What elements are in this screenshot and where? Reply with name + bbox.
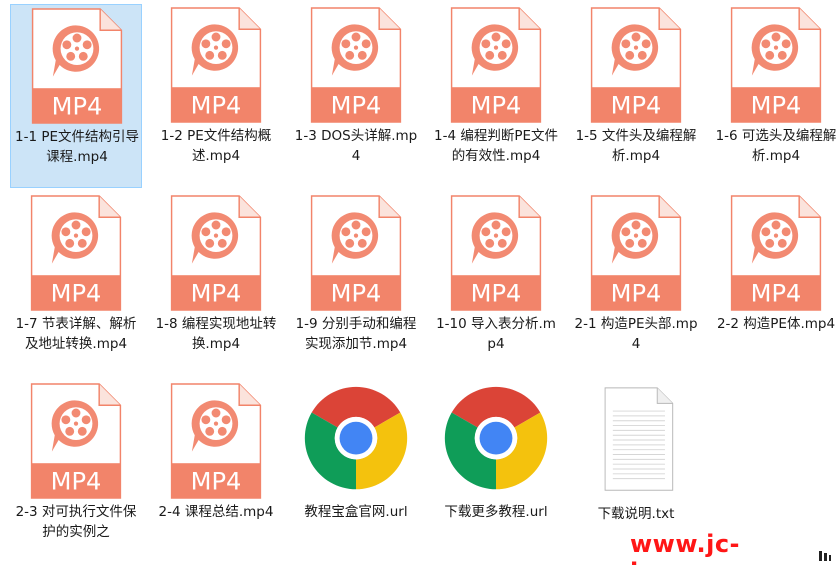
file-type-badge: MP4 (471, 279, 522, 307)
file-type-badge: MP4 (191, 91, 242, 119)
file-name-label: 2-2 构造PE体.mp4 (716, 316, 836, 332)
video-file-icon: MP4 (31, 8, 123, 124)
file-item[interactable]: 教程宝盒官网.url (290, 380, 422, 564)
file-name-label: 1-6 可选头及编程解析.mp4 (715, 128, 837, 164)
file-item[interactable]: MP4 2-4 课程总结.mp4 (150, 380, 282, 564)
file-name-label: 1-9 分别手动和编程实现添加节.mp4 (295, 316, 417, 352)
video-file-icon: MP4 (310, 7, 402, 123)
file-item[interactable]: MP4 1-2 PE文件结构概述.mp4 (150, 4, 282, 188)
file-type-badge: MP4 (191, 467, 242, 495)
file-name-label: 2-1 构造PE头部.mp4 (574, 316, 698, 352)
file-name-label: 2-3 对可执行文件保护的实例之 (15, 504, 137, 540)
file-item[interactable]: MP4 1-1 PE文件结构引导课程.mp4 (10, 4, 142, 188)
file-item[interactable]: MP4 2-1 构造PE头部.mp4 (570, 192, 702, 376)
file-name-label: 1-10 导入表分析.mp4 (436, 316, 556, 352)
file-name-label: 1-8 编程实现地址转换.mp4 (155, 316, 277, 352)
file-type-badge: MP4 (191, 279, 242, 307)
file-type-badge: MP4 (611, 279, 662, 307)
video-file-icon: MP4 (590, 7, 682, 123)
file-item[interactable]: MP4 1-4 编程判断PE文件的有效性.mp4 (430, 4, 562, 188)
file-type-badge: MP4 (471, 91, 522, 119)
file-type-badge: MP4 (331, 91, 382, 119)
video-file-icon: MP4 (170, 7, 262, 123)
file-item[interactable]: MP4 1-3 DOS头详解.mp4 (290, 4, 422, 188)
file-item[interactable]: MP4 1-5 文件头及编程解析.mp4 (570, 4, 702, 188)
file-type-badge: MP4 (51, 467, 102, 495)
file-type-badge: MP4 (52, 92, 103, 120)
file-type-badge: MP4 (751, 91, 802, 119)
file-item[interactable]: 下载更多教程.url (430, 380, 562, 564)
file-item[interactable]: MP4 2-2 构造PE体.mp4 (710, 192, 838, 376)
file-item[interactable]: MP4 1-6 可选头及编程解析.mp4 (710, 4, 838, 188)
file-name-label: 下载更多教程.url (444, 504, 548, 520)
file-item[interactable]: MP4 1-9 分别手动和编程实现添加节.mp4 (290, 192, 422, 376)
file-name-label: 2-4 课程总结.mp4 (158, 504, 274, 520)
video-file-icon: MP4 (730, 195, 822, 311)
video-file-icon: MP4 (30, 195, 122, 311)
file-name-label: 1-5 文件头及编程解析.mp4 (575, 128, 697, 164)
video-file-icon: MP4 (590, 195, 682, 311)
file-item[interactable]: MP4 1-10 导入表分析.mp4 (430, 192, 562, 376)
text-file-icon (604, 387, 674, 491)
video-file-icon: MP4 (310, 195, 402, 311)
file-item[interactable]: MP4 1-7 节表详解、解析及地址转换.mp4 (10, 192, 142, 376)
chrome-icon (444, 386, 548, 490)
chrome-icon (304, 386, 408, 490)
file-name-label: 1-1 PE文件结构引导课程.mp4 (14, 129, 139, 165)
file-item[interactable]: MP4 2-3 对可执行文件保护的实例之 (10, 380, 142, 564)
file-type-badge: MP4 (51, 279, 102, 307)
file-name-label: 1-7 节表详解、解析及地址转换.mp4 (15, 316, 137, 352)
file-item[interactable]: MP4 1-8 编程实现地址转换.mp4 (150, 192, 282, 376)
file-name-label: 教程宝盒官网.url (304, 504, 408, 520)
watermark-text: www.jc-box.com (630, 530, 747, 565)
file-name-label: 1-4 编程判断PE文件的有效性.mp4 (433, 128, 558, 164)
file-type-badge: MP4 (611, 91, 662, 119)
file-explorer-icon-view: MP4 1-1 PE文件结构引导课程.mp4 MP4 1-2 PE文件结构概述.mp4… (0, 0, 838, 565)
video-file-icon: MP4 (730, 7, 822, 123)
video-file-icon: MP4 (170, 195, 262, 311)
video-file-icon: MP4 (30, 383, 122, 499)
video-file-icon: MP4 (450, 7, 542, 123)
file-name-label: 下载说明.txt (597, 506, 675, 522)
file-name-label: 1-2 PE文件结构概述.mp4 (160, 128, 272, 164)
video-file-icon: MP4 (450, 195, 542, 311)
file-type-badge: MP4 (331, 279, 382, 307)
file-name-label: 1-3 DOS头详解.mp4 (294, 128, 418, 164)
video-file-icon: MP4 (170, 383, 262, 499)
file-type-badge: MP4 (751, 279, 802, 307)
watermark-bars-icon (819, 551, 831, 561)
